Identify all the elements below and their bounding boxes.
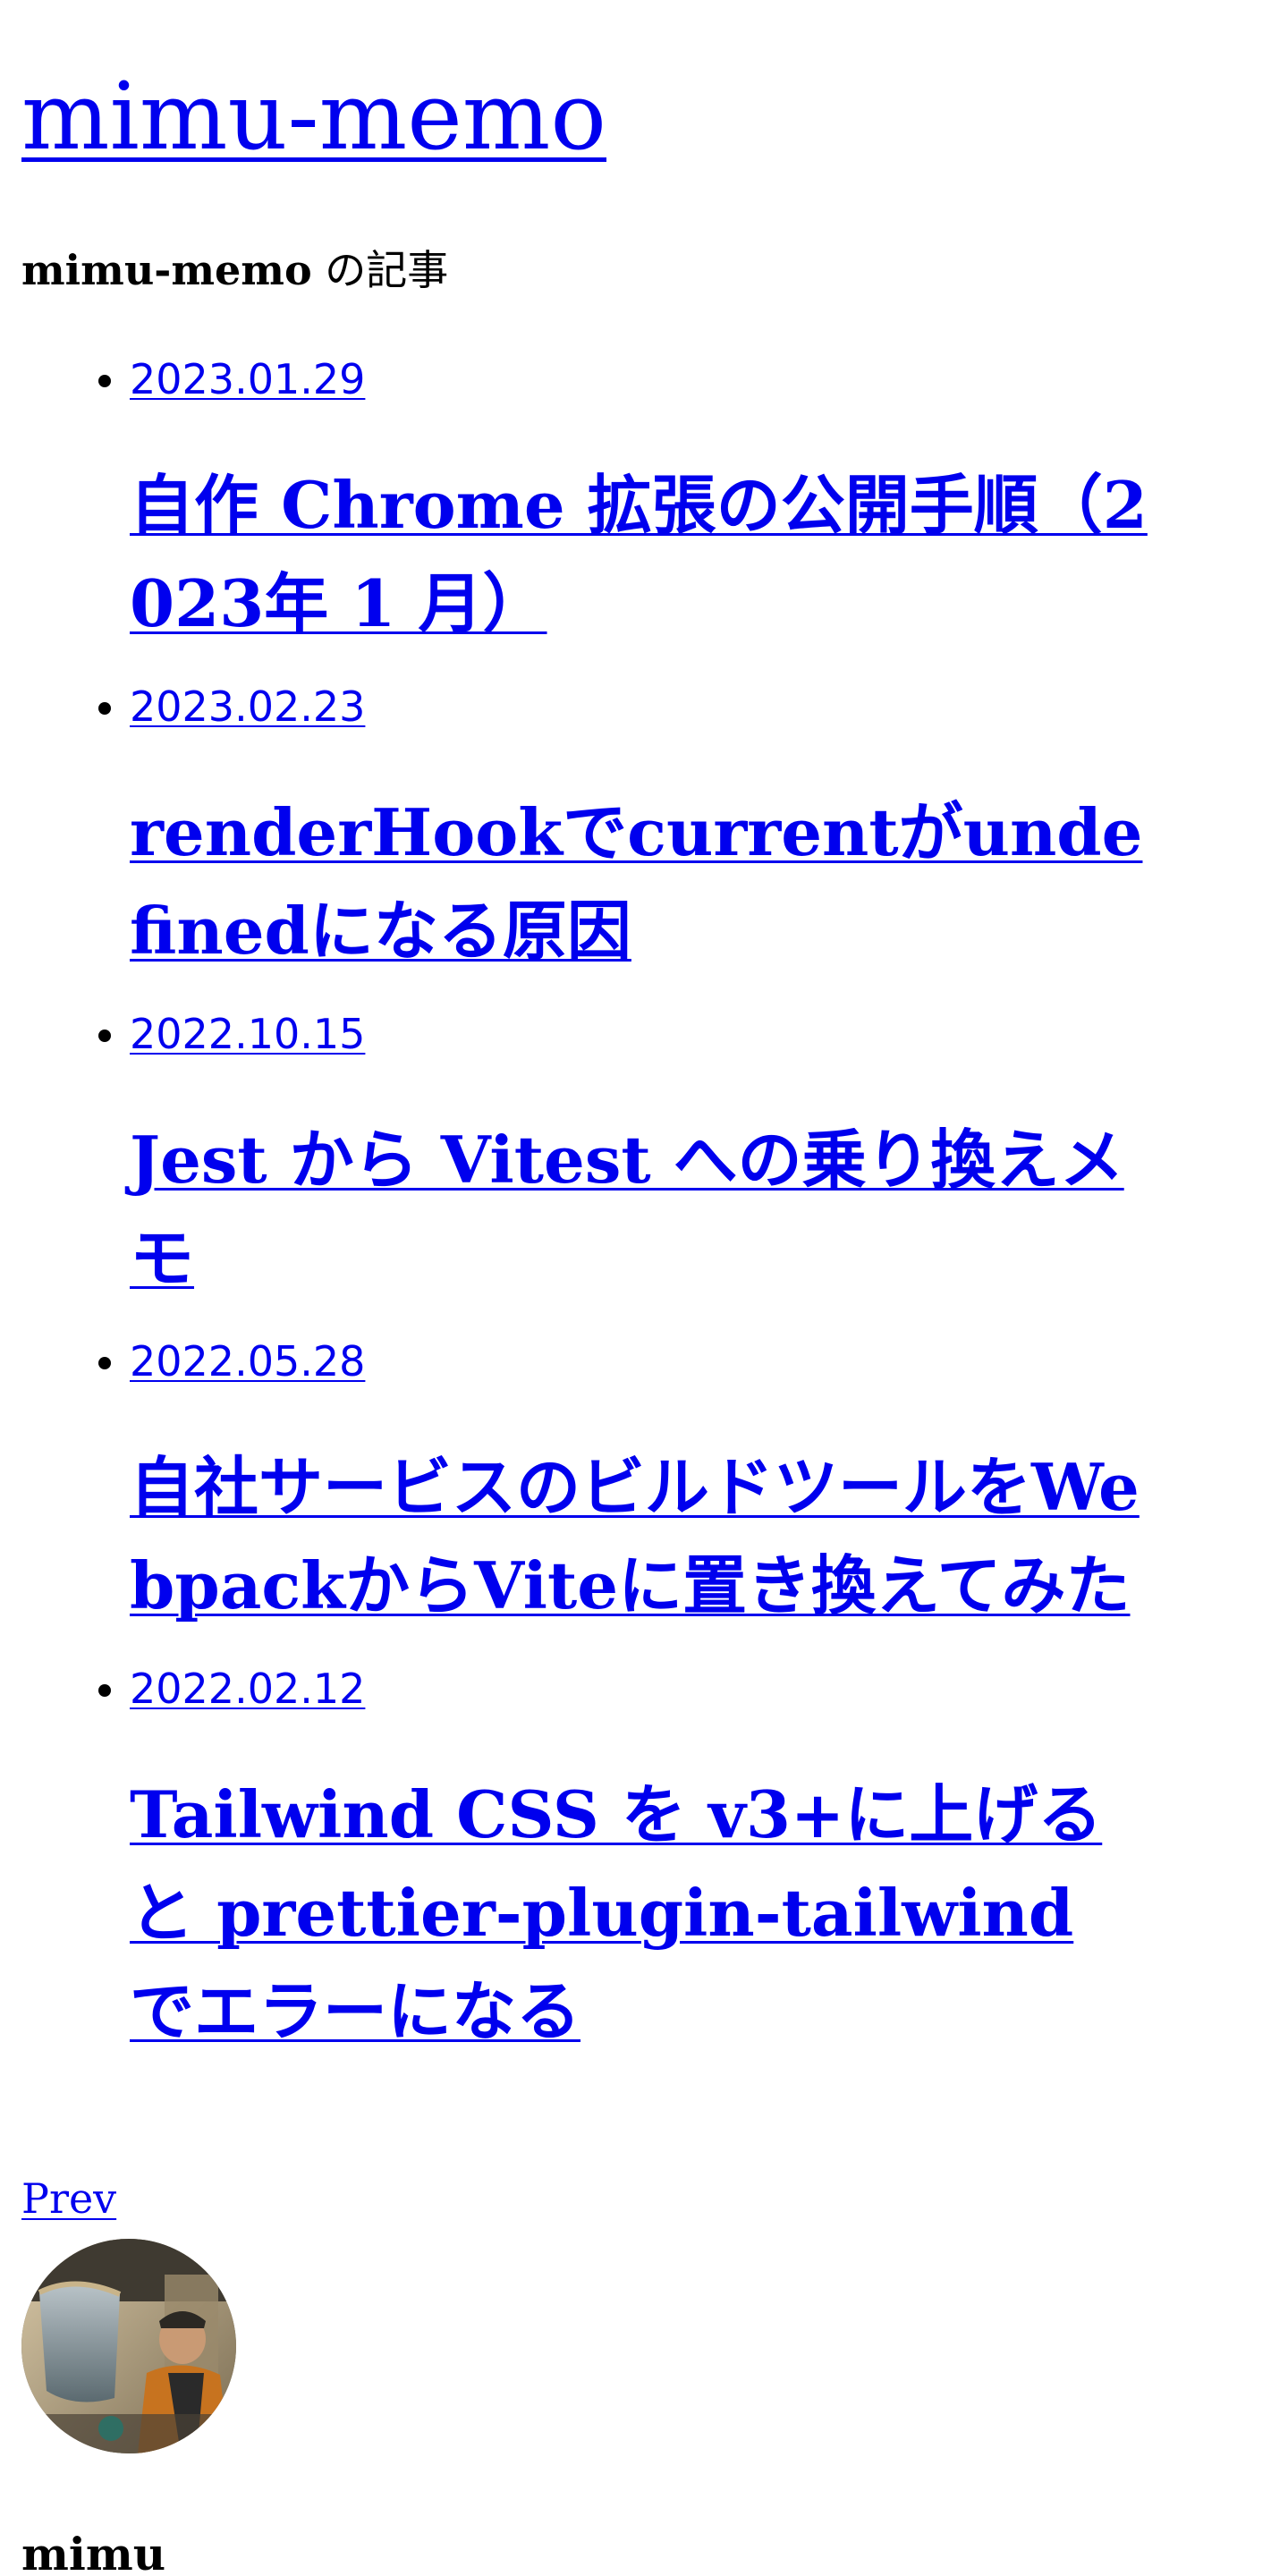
- post-title: 自社サービスのビルドツールをWebpackからViteに置き換えてみた: [130, 1438, 1158, 1635]
- subtitle-site-name: mimu-memo: [21, 246, 312, 294]
- post-list: 2023.01.29 自作 Chrome 拡張の公開手順（2023年 1 月） …: [0, 352, 1158, 2088]
- post-title: Tailwind CSS を v3+に上げると prettier-plugin-…: [130, 1766, 1158, 2061]
- list-item: 2023.01.29 自作 Chrome 拡張の公開手順（2023年 1 月）: [130, 352, 1158, 653]
- list-item: 2022.02.12 Tailwind CSS を v3+に上げると prett…: [130, 1662, 1158, 2061]
- post-date-link[interactable]: 2022.02.12: [130, 1662, 365, 1716]
- post-title-link[interactable]: renderHookでcurrentがundefinedになる原因: [130, 794, 1142, 969]
- author-name: mimu: [21, 2528, 166, 2576]
- post-title-link[interactable]: Jest から Vitest への乗り換えメモ: [130, 1122, 1124, 1296]
- list-item: 2023.02.23 renderHookでcurrentがundefinedに…: [130, 680, 1158, 980]
- post-title: 自作 Chrome 拡張の公開手順（2023年 1 月）: [130, 456, 1158, 653]
- avatar-photo: [21, 2239, 236, 2453]
- post-date-link[interactable]: 2023.01.29: [130, 352, 365, 406]
- post-date-link[interactable]: 2022.05.28: [130, 1335, 365, 1388]
- avatar: [21, 2239, 236, 2453]
- post-date-link[interactable]: 2022.10.15: [130, 1007, 365, 1061]
- list-item: 2022.10.15 Jest から Vitest への乗り換えメモ: [130, 1007, 1158, 1308]
- post-title-link[interactable]: Tailwind CSS を v3+に上げると prettier-plugin-…: [130, 1776, 1102, 2049]
- post-title-link[interactable]: 自作 Chrome 拡張の公開手順（2023年 1 月）: [130, 467, 1148, 641]
- page-subtitle: mimu-memo の記事: [21, 243, 448, 297]
- post-date-link[interactable]: 2023.02.23: [130, 680, 365, 733]
- post-title: Jest から Vitest への乗り換えメモ: [130, 1111, 1158, 1308]
- site-title-link[interactable]: mimu-memo: [21, 62, 606, 171]
- subtitle-suffix: の記事: [311, 246, 449, 294]
- prev-page-link[interactable]: Prev: [21, 2172, 116, 2225]
- list-item: 2022.05.28 自社サービスのビルドツールをWebpackからViteに置…: [130, 1335, 1158, 1635]
- post-title-link[interactable]: 自社サービスのビルドツールをWebpackからViteに置き換えてみた: [130, 1449, 1140, 1623]
- site-title: mimu-memo: [21, 61, 606, 173]
- post-title: renderHookでcurrentがundefinedになる原因: [130, 784, 1158, 980]
